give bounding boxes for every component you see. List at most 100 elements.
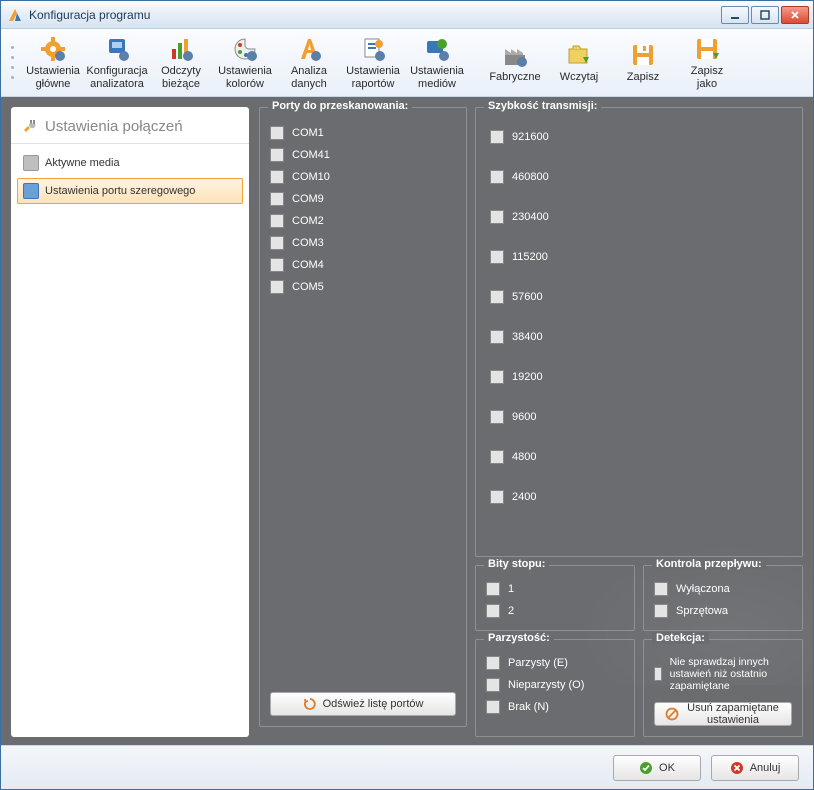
ok-icon — [639, 761, 653, 775]
port-checkbox-6[interactable] — [270, 258, 284, 272]
speed-checkbox-1[interactable] — [490, 170, 504, 184]
toolbar-right-3[interactable]: Zapisz jako — [675, 32, 739, 94]
port-4[interactable]: COM2 — [270, 212, 456, 230]
sidebar-item-0[interactable]: Aktywne media — [17, 150, 243, 176]
speed-5[interactable]: 38400 — [490, 328, 788, 346]
speed-checkbox-7[interactable] — [490, 410, 504, 424]
toolbar-label: Zapisz — [627, 71, 659, 83]
speed-3[interactable]: 115200 — [490, 248, 788, 266]
parity-0[interactable]: Parzysty (E) — [486, 654, 624, 672]
parity-1[interactable]: Nieparzysty (O) — [486, 676, 624, 694]
speed-checkbox-2[interactable] — [490, 210, 504, 224]
speed-checkbox-5[interactable] — [490, 330, 504, 344]
sidebar-item-label: Aktywne media — [45, 157, 120, 169]
port-3[interactable]: COM9 — [270, 190, 456, 208]
speed-9[interactable]: 2400 — [490, 488, 788, 506]
toolbar-right-2[interactable]: Zapisz — [611, 32, 675, 94]
port-checkbox-2[interactable] — [270, 170, 284, 184]
sidebar-title: Ustawienia połączeń — [45, 118, 183, 135]
toolbar-right-0[interactable]: Fabryczne — [483, 32, 547, 94]
stopbits-list: 12 — [486, 576, 624, 620]
maximize-button[interactable] — [751, 6, 779, 24]
port-7[interactable]: COM5 — [270, 278, 456, 296]
parity-label-1: Nieparzysty (O) — [508, 679, 584, 691]
close-button[interactable] — [781, 6, 809, 24]
toolbar-left-2[interactable]: Odczyty bieżące — [149, 32, 213, 94]
detect-checkbox[interactable] — [654, 667, 662, 681]
cancel-icon — [730, 761, 744, 775]
sidebar-item-icon — [23, 155, 39, 171]
speed-checkbox-9[interactable] — [490, 490, 504, 504]
speed-0[interactable]: 921600 — [490, 128, 788, 146]
speed-7[interactable]: 9600 — [490, 408, 788, 426]
port-checkbox-7[interactable] — [270, 280, 284, 294]
toolbar-left-3[interactable]: Ustawienia kolorów — [213, 32, 277, 94]
refresh-ports-button[interactable]: Odśwież listę portów — [270, 692, 456, 716]
toolbar-label: Odczyty bieżące — [161, 65, 201, 89]
clear-saved-label: Usuń zapamiętane ustawienia — [685, 702, 781, 726]
port-label-4: COM2 — [292, 215, 324, 227]
device-blue-icon — [103, 35, 131, 63]
speed-label-4: 57600 — [512, 291, 543, 303]
port-1[interactable]: COM41 — [270, 146, 456, 164]
speed-6[interactable]: 19200 — [490, 368, 788, 386]
ok-button[interactable]: OK — [613, 755, 701, 781]
parity-checkbox-1[interactable] — [486, 678, 500, 692]
flow-1[interactable]: Sprzętowa — [654, 602, 792, 620]
speed-checkbox-0[interactable] — [490, 130, 504, 144]
stopbit-checkbox-0[interactable] — [486, 582, 500, 596]
stopbit-0[interactable]: 1 — [486, 580, 624, 598]
port-checkbox-5[interactable] — [270, 236, 284, 250]
speed-label-9: 2400 — [512, 491, 536, 503]
speed-4[interactable]: 57600 — [490, 288, 788, 306]
port-6[interactable]: COM4 — [270, 256, 456, 274]
toolbar-right-1[interactable]: Wczytaj — [547, 32, 611, 94]
port-label-6: COM4 — [292, 259, 324, 271]
speed-checkbox-8[interactable] — [490, 450, 504, 464]
toolbar-label: Ustawienia główne — [26, 65, 80, 89]
speed-8[interactable]: 4800 — [490, 448, 788, 466]
toolbar-left-0[interactable]: Ustawienia główne — [21, 32, 85, 94]
speed-checkbox-3[interactable] — [490, 250, 504, 264]
toolbar: Ustawienia główneKonfiguracja analizator… — [1, 29, 813, 97]
flow-0[interactable]: Wyłączona — [654, 580, 792, 598]
port-0[interactable]: COM1 — [270, 124, 456, 142]
port-label-3: COM9 — [292, 193, 324, 205]
speed-label-6: 19200 — [512, 371, 543, 383]
gear-orange-icon — [39, 35, 67, 63]
ports-title: Porty do przeskanowania: — [268, 100, 412, 112]
speed-checkbox-6[interactable] — [490, 370, 504, 384]
sidebar-item-1[interactable]: Ustawienia portu szeregowego — [17, 178, 243, 204]
toolbar-left-4[interactable]: Analiza danych — [277, 32, 341, 94]
toolbar-left-6[interactable]: Ustawienia mediów — [405, 32, 469, 94]
speed-1[interactable]: 460800 — [490, 168, 788, 186]
flow-checkbox-1[interactable] — [654, 604, 668, 618]
speed-label-7: 9600 — [512, 411, 536, 423]
port-checkbox-4[interactable] — [270, 214, 284, 228]
palette-icon — [231, 35, 259, 63]
minimize-button[interactable] — [721, 6, 749, 24]
parity-checkbox-2[interactable] — [486, 700, 500, 714]
plug-icon — [21, 117, 39, 135]
parity-checkbox-0[interactable] — [486, 656, 500, 670]
port-checkbox-3[interactable] — [270, 192, 284, 206]
speed-2[interactable]: 230400 — [490, 208, 788, 226]
port-2[interactable]: COM10 — [270, 168, 456, 186]
sidebar-items: Aktywne media Ustawienia portu szeregoweg… — [11, 144, 249, 210]
detect-check[interactable]: Nie sprawdzaj innych ustawień niż ostatn… — [654, 654, 792, 694]
port-5[interactable]: COM3 — [270, 234, 456, 252]
port-checkbox-0[interactable] — [270, 126, 284, 140]
flow-title: Kontrola przepływu: — [652, 558, 766, 570]
flow-checkbox-0[interactable] — [654, 582, 668, 596]
port-checkbox-1[interactable] — [270, 148, 284, 162]
clear-saved-button[interactable]: Usuń zapamiętane ustawienia — [654, 702, 792, 726]
cancel-button[interactable]: Anuluj — [711, 755, 799, 781]
speed-checkbox-4[interactable] — [490, 290, 504, 304]
stopbit-1[interactable]: 2 — [486, 602, 624, 620]
toolbar-left-1[interactable]: Konfiguracja analizatora — [85, 32, 149, 94]
toolbar-left-5[interactable]: Ustawienia raportów — [341, 32, 405, 94]
letter-a-icon — [295, 35, 323, 63]
stopbit-checkbox-1[interactable] — [486, 604, 500, 618]
parity-title: Parzystość: — [484, 632, 554, 644]
parity-2[interactable]: Brak (N) — [486, 698, 624, 716]
